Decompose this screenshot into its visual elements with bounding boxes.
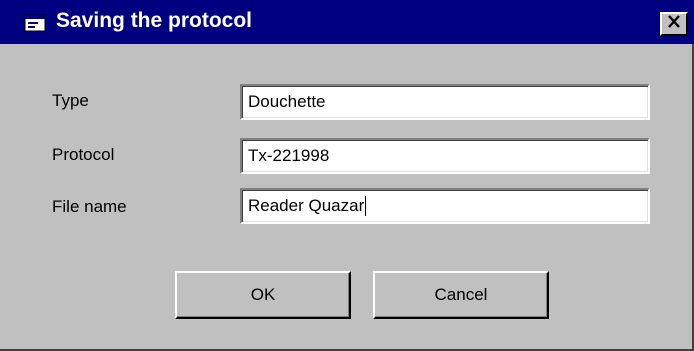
protocol-input-value: Tx-221998 [248, 146, 330, 165]
cancel-button-label: Cancel [434, 285, 488, 304]
ok-button[interactable]: OK [175, 271, 351, 319]
protocol-input[interactable]: Tx-221998 [240, 138, 650, 174]
close-icon [667, 15, 681, 33]
file-name-input-value: Reader Quazar [248, 196, 365, 215]
close-button[interactable] [660, 12, 688, 36]
window-app-icon [24, 14, 46, 32]
type-input-value: Douchette [248, 92, 326, 111]
title-bar[interactable]: Saving the protocol [0, 0, 694, 44]
type-input[interactable]: Douchette [240, 84, 650, 120]
ok-button-label: OK [250, 285, 276, 304]
file-name-input[interactable]: Reader Quazar [240, 188, 650, 224]
type-label: Type [52, 91, 89, 110]
window-title: Saving the protocol [56, 9, 253, 32]
text-caret [365, 196, 367, 216]
file-name-label: File name [52, 197, 127, 216]
protocol-label: Protocol [52, 145, 115, 164]
cancel-button[interactable]: Cancel [373, 271, 549, 319]
save-protocol-dialog: Saving the protocol Type Douchette Proto… [0, 0, 694, 351]
